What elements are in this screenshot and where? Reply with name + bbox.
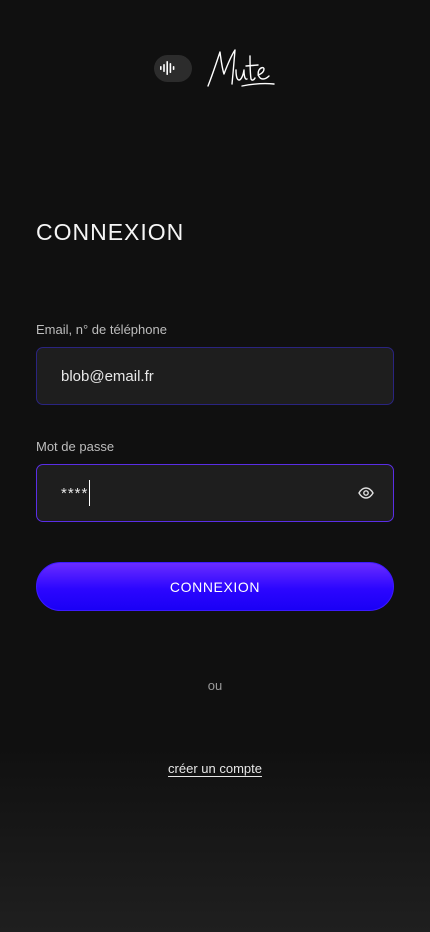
brand-logo xyxy=(206,46,276,90)
login-button[interactable]: CONNEXION xyxy=(36,562,394,611)
password-label: Mot de passe xyxy=(36,439,115,454)
sound-wave-icon xyxy=(154,54,192,82)
eye-icon[interactable] xyxy=(355,482,377,504)
text-cursor xyxy=(89,480,91,506)
email-value[interactable]: blob@email.fr xyxy=(61,368,154,385)
email-label: Email, n° de téléphone xyxy=(36,322,167,337)
password-field[interactable]: **** xyxy=(36,464,394,522)
create-account-link[interactable]: créer un compte xyxy=(0,761,430,776)
email-field[interactable]: blob@email.fr xyxy=(36,347,394,405)
page-title: CONNEXION xyxy=(36,219,185,245)
password-input[interactable]: **** xyxy=(61,480,91,506)
password-value: **** xyxy=(61,484,89,502)
or-separator: ou xyxy=(207,678,223,693)
app-header xyxy=(0,46,430,90)
